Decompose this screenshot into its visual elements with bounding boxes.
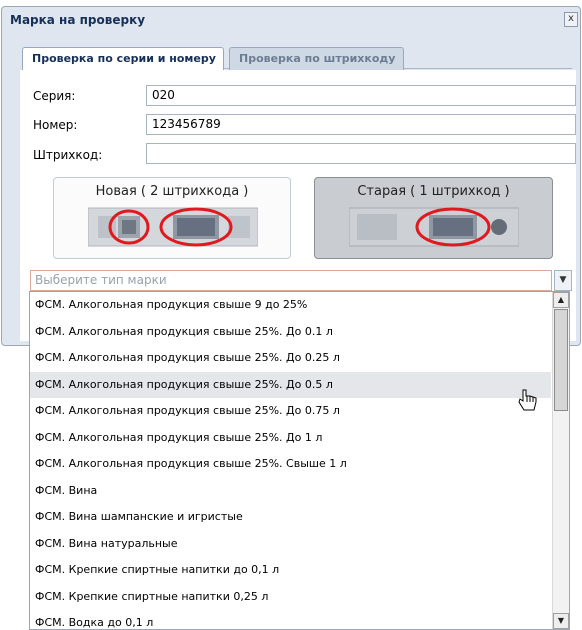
list-item[interactable]: ФСМ. Вина натуральные xyxy=(30,531,551,558)
dialog-titlebar[interactable]: Марка на проверку x xyxy=(2,7,580,33)
list-item[interactable]: ФСМ. Алкогольная продукция свыше 25%. До… xyxy=(30,425,551,452)
list-item[interactable]: ФСМ. Алкогольная продукция свыше 25%. До… xyxy=(30,398,551,425)
number-field[interactable]: 123456789 xyxy=(146,114,576,135)
chevron-down-icon[interactable]: ▼ xyxy=(554,270,572,291)
list-item[interactable]: ФСМ. Алкогольная продукция свыше 25%. До… xyxy=(30,345,551,372)
old-mark-button[interactable]: Старая ( 1 штрихкод ) xyxy=(314,177,553,259)
series-field[interactable]: 020 xyxy=(146,85,576,106)
list-item[interactable]: ФСМ. Водка до 0,1 л xyxy=(30,610,551,629)
list-item[interactable]: ФСМ. Крепкие спиртные напитки 0,25 л xyxy=(30,584,551,611)
list-item[interactable]: ФСМ. Вина шампанские и игристые xyxy=(30,504,551,531)
number-label: Номер: xyxy=(33,118,78,132)
list-item[interactable]: ФСМ. Алкогольная продукция свыше 25%. Св… xyxy=(30,451,551,478)
old-mark-label: Старая ( 1 штрихкод ) xyxy=(357,184,510,199)
mark-type-combo-input[interactable]: Выберите тип марки xyxy=(30,270,552,291)
tab-series-number[interactable]: Проверка по серии и номеру xyxy=(22,47,224,70)
hand-cursor-icon xyxy=(518,389,537,411)
scroll-down-icon[interactable]: ▼ xyxy=(553,613,569,629)
close-button[interactable]: x xyxy=(564,12,578,27)
dropdown-scrollbar[interactable]: ▲ ▼ xyxy=(552,292,569,629)
dialog-title: Марка на проверку xyxy=(10,13,146,27)
dropdown-list: ФСМ. Алкогольная продукция свыше 9 до 25… xyxy=(30,292,551,629)
barcode-field[interactable] xyxy=(146,143,576,164)
series-label: Серия: xyxy=(33,89,76,103)
list-item[interactable]: ФСМ. Вина xyxy=(30,478,551,505)
scroll-up-icon[interactable]: ▲ xyxy=(553,292,569,308)
tab-strip: Проверка по серии и номеру Проверка по ш… xyxy=(22,45,572,70)
new-stamp-image xyxy=(88,207,258,247)
list-item-hovered[interactable]: ФСМ. Алкогольная продукция свыше 25%. До… xyxy=(30,371,551,398)
list-item[interactable]: ФСМ. Крепкие спиртные напитки до 0,1 л xyxy=(30,557,551,584)
scrollbar-thumb[interactable] xyxy=(554,309,568,411)
tab-barcode[interactable]: Проверка по штрихкоду xyxy=(229,47,404,70)
barcode-label: Штрихкод: xyxy=(33,148,103,162)
close-icon: x xyxy=(568,13,574,24)
mark-type-dropdown: ФСМ. Алкогольная продукция свыше 9 до 25… xyxy=(29,291,570,630)
old-stamp-image xyxy=(349,207,519,247)
new-mark-button[interactable]: Новая ( 2 штрихкода ) xyxy=(53,177,291,259)
list-item[interactable]: ФСМ. Алкогольная продукция свыше 9 до 25… xyxy=(30,292,551,319)
new-mark-label: Новая ( 2 штрихкода ) xyxy=(95,184,249,199)
list-item[interactable]: ФСМ. Алкогольная продукция свыше 25%. До… xyxy=(30,319,551,346)
